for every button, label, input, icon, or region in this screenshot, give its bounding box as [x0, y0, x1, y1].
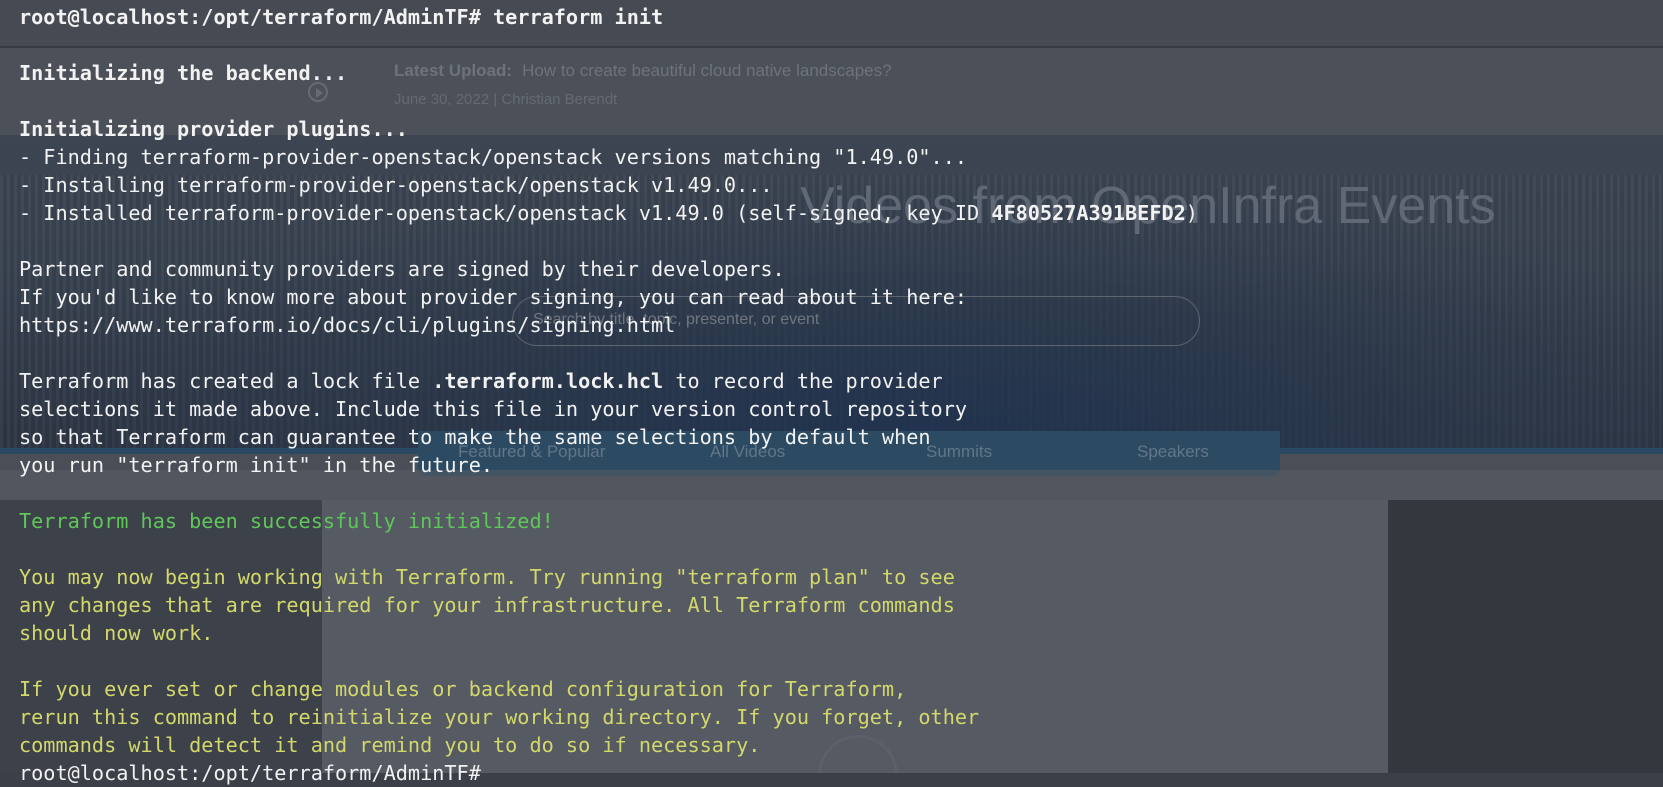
terminal-text: ) [1185, 201, 1198, 225]
terminal-line: Initializing the backend... [19, 61, 348, 85]
terminal-line: any changes that are required for your i… [19, 593, 955, 617]
terminal-line: - Finding terraform-provider-openstack/o… [19, 145, 968, 169]
terminal-text: to record the provider [663, 369, 943, 393]
terminal-command-line: root@localhost:/opt/terraform/AdminTF# t… [19, 5, 664, 29]
terminal-prompt[interactable]: root@localhost:/opt/terraform/AdminTF# [19, 759, 481, 787]
terminal-line: If you ever set or change modules or bac… [19, 677, 907, 701]
terminal-key-id: 4F80527A391BEFD2 [991, 201, 1186, 225]
terminal-line: you run "terraform init" in the future. [19, 453, 494, 477]
terminal-text: - Installed terraform-provider-openstack… [19, 201, 992, 225]
terminal-line: - Installing terraform-provider-openstac… [19, 173, 773, 197]
terminal-line: - Installed terraform-provider-openstack… [19, 199, 1198, 227]
terminal-divider [0, 46, 1663, 48]
terminal-line: rerun this command to reinitialize your … [19, 705, 980, 729]
terminal-success-line: Terraform has been successfully initiali… [19, 509, 554, 533]
terminal-line: selections it made above. Include this f… [19, 397, 968, 421]
terminal-line: You may now begin working with Terraform… [19, 565, 955, 589]
terminal-url: https://www.terraform.io/docs/cli/plugin… [19, 313, 676, 337]
terminal-line: so that Terraform can guarantee to make … [19, 425, 931, 449]
terminal-line: commands will detect it and remind you t… [19, 733, 761, 757]
terminal-line: Initializing provider plugins... [19, 117, 408, 141]
terminal-line: If you'd like to know more about provide… [19, 285, 968, 309]
terminal-window[interactable]: root@localhost:/opt/terraform/AdminTF# t… [0, 0, 1663, 785]
terminal-lock-file: .terraform.lock.hcl [432, 369, 664, 393]
terminal-line: Terraform has created a lock file .terra… [19, 367, 943, 395]
terminal-line: Partner and community providers are sign… [19, 257, 785, 281]
terminal-line: should now work. [19, 621, 214, 645]
terminal-text: Terraform has created a lock file [19, 369, 433, 393]
